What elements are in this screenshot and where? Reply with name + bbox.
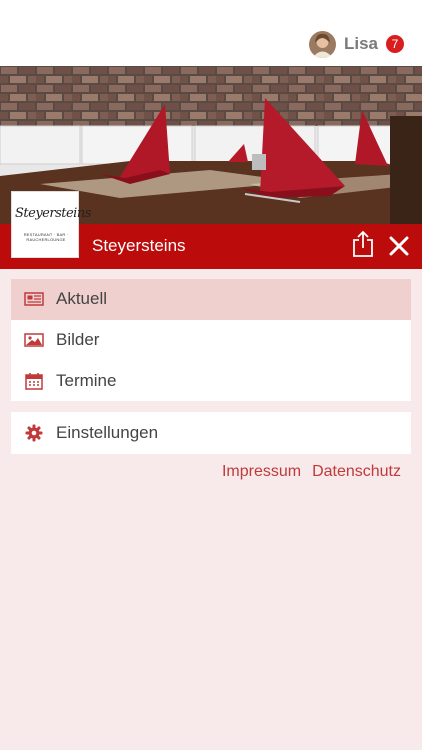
close-icon[interactable] [387,234,411,258]
notification-badge: 7 [386,35,404,53]
main-menu: Aktuell Bilder Termine [11,279,411,402]
logo-subtitle: RESTAURANT · BAR · RAUCHERLOUNGE [23,232,69,242]
calendar-icon [24,371,44,391]
menu-item-label: Einstellungen [56,423,159,442]
menu-item-aktuell[interactable]: Aktuell [11,279,411,320]
venue-name: Steyersteins [92,236,186,255]
menu-item-bilder[interactable]: Bilder [11,320,411,361]
share-icon[interactable] [352,230,374,258]
gear-icon [24,423,44,443]
menu-item-label: Aktuell [56,289,108,309]
user-profile[interactable]: Lisa 7 [308,29,404,59]
menu-item-label: Termine [56,370,117,390]
menu-item-label: Bilder [56,330,100,350]
image-icon [24,330,44,350]
logo-wordmark: Steyersteins [15,206,91,221]
username: Lisa [343,34,378,53]
avatar[interactable] [308,30,336,58]
newspaper-icon [24,289,44,309]
menu-item-einstellungen[interactable]: Einstellungen [11,412,411,454]
menu-item-termine[interactable]: Termine [11,360,411,401]
footer-links: Impressum Datenschutz [222,463,401,481]
venue-logo: Steyersteins RESTAURANT · BAR · RAUCHERL… [11,191,91,258]
impressum-link[interactable]: Impressum [222,463,301,481]
settings-menu: Einstellungen [11,412,411,454]
top-bar: Lisa 7 [0,0,422,66]
datenschutz-link[interactable]: Datenschutz [312,463,401,481]
